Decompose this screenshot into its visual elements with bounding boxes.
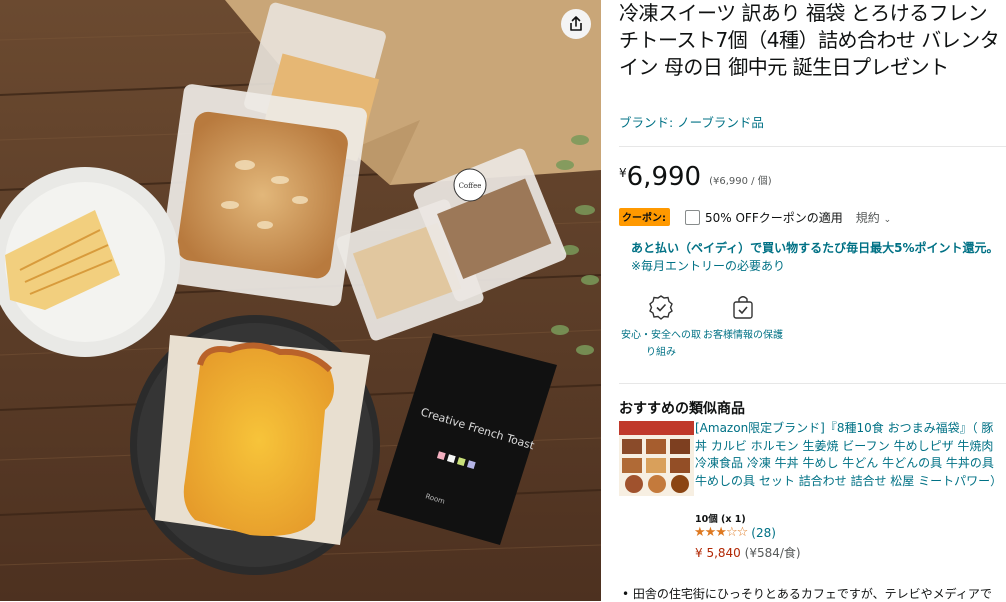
feature-safety-label: 安心・安全への取り組み bbox=[621, 330, 701, 358]
coupon-terms-label: 規約 bbox=[855, 210, 880, 225]
brand-link[interactable]: ブランド: ノーブランド品 bbox=[619, 112, 764, 131]
share-button[interactable] bbox=[561, 9, 591, 39]
similar-product-title-link[interactable]: [Amazon限定ブランド]『8種10食 おつまみ福袋』（ 豚丼 カルビ ホルモ… bbox=[695, 420, 1005, 490]
feature-safety[interactable]: 安心・安全への取り組み bbox=[619, 294, 703, 361]
similar-product-rating[interactable]: ★★★☆☆ (28) bbox=[694, 525, 776, 540]
similar-product-price-block: ¥ 5,840 (¥584/食) bbox=[695, 544, 801, 561]
bullet-dot-icon: • bbox=[622, 587, 630, 601]
feature-privacy-label: お客様情報の保護 bbox=[703, 330, 783, 341]
paidy-promo-main: あと払い（ペイディ）で買い物するたび毎日最大5%ポイント還元。 bbox=[631, 241, 999, 255]
feature-bullet: • 田舎の住宅街にひっそりとあるカフェですが、テレビやメディアで bbox=[622, 585, 1006, 602]
product-main-image[interactable]: Coffee Creative French Toast Room bbox=[0, 0, 601, 601]
share-icon bbox=[570, 16, 582, 31]
star-rating-icon: ★★★☆☆ bbox=[694, 525, 748, 540]
similar-products-heading: おすすめの類似商品 bbox=[619, 401, 745, 417]
price-block: ¥ 6,990 (¥6,990 / 個) bbox=[619, 160, 772, 194]
feature-privacy[interactable]: お客様情報の保護 bbox=[701, 294, 785, 344]
similar-product-count: 10個 (x 1) bbox=[695, 514, 746, 525]
chevron-down-icon: ⌄ bbox=[883, 214, 892, 225]
feature-bullet-text: 田舎の住宅街にひっそりとあるカフェですが、テレビやメディアで bbox=[632, 587, 992, 601]
divider bbox=[619, 146, 1006, 147]
shield-badge-icon bbox=[619, 294, 703, 321]
coupon-terms-link[interactable]: 規約 ⌄ bbox=[856, 209, 891, 226]
shopping-bag-check-icon bbox=[701, 294, 785, 321]
similar-product-price: ¥ 5,840 bbox=[695, 546, 741, 560]
coupon-label[interactable]: 50% OFFクーポンの適用 bbox=[705, 209, 843, 226]
paidy-promo-sub: ※毎月エントリーの必要あり bbox=[631, 259, 786, 273]
price-amount: 6,990 bbox=[626, 162, 702, 192]
divider bbox=[619, 383, 1006, 384]
coupon-row: クーポン: 50% OFFクーポンの適用 規約 ⌄ bbox=[619, 208, 891, 226]
product-title: 冷凍スイーツ 訳あり 福袋 とろけるフレンチトースト7個（4種）詰め合わせ バレ… bbox=[619, 1, 1000, 79]
product-photo-drawing: Coffee Creative French Toast Room bbox=[0, 0, 601, 601]
paidy-promo[interactable]: あと払い（ペイディ）で買い物するたび毎日最大5%ポイント還元。 ※毎月エントリーの… bbox=[631, 239, 999, 275]
coffee-label-text: Coffee bbox=[459, 182, 482, 190]
price-currency-symbol: ¥ bbox=[619, 166, 627, 180]
similar-product-image[interactable] bbox=[619, 421, 694, 496]
coupon-badge: クーポン: bbox=[619, 208, 670, 226]
rating-count: (28) bbox=[751, 525, 776, 540]
similar-product-unit-price: (¥584/食) bbox=[744, 546, 801, 560]
unit-price: (¥6,990 / 個) bbox=[709, 176, 772, 187]
coupon-checkbox[interactable] bbox=[685, 209, 700, 225]
